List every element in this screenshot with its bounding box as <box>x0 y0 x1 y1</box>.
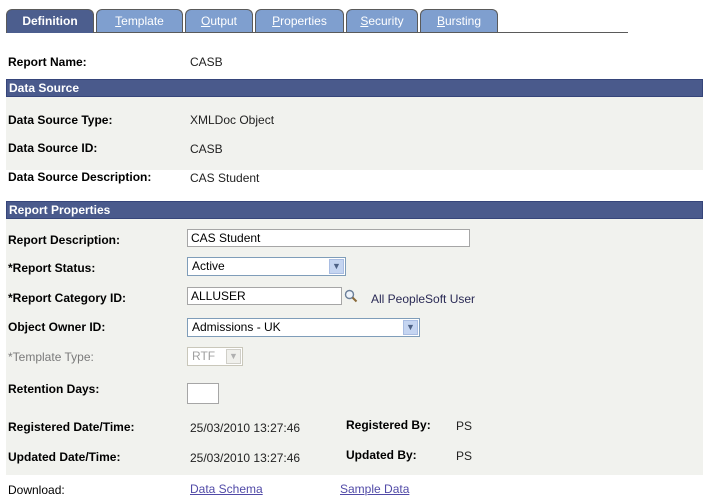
tab-label: utput <box>210 14 238 28</box>
data-source-header: Data Source <box>6 79 703 97</box>
report-name-value: CASB <box>190 55 223 69</box>
updated-datetime-value: 25/03/2010 13:27:46 <box>190 451 301 465</box>
chevron-down-icon: ▼ <box>403 320 418 335</box>
data-source-id-value: CASB <box>190 142 223 156</box>
tab-properties[interactable]: Properties <box>255 9 344 32</box>
data-source-type-label: Data Source Type: <box>8 113 113 127</box>
object-owner-select[interactable]: Admissions - UK ▼ <box>187 318 420 337</box>
data-source-type-value: XMLDoc Object <box>190 113 275 127</box>
sample-data-link[interactable]: Sample Data <box>340 482 409 496</box>
report-properties-panel <box>6 219 703 475</box>
registered-by-value: PS <box>456 419 473 433</box>
tab-underline <box>94 32 628 33</box>
retention-days-label: Retention Days: <box>8 382 100 396</box>
report-properties-header: Report Properties <box>6 201 703 219</box>
data-source-panel <box>6 97 703 170</box>
report-status-value: Active <box>192 259 225 273</box>
tab-label: emplate <box>121 14 164 28</box>
report-status-label: *Report Status: <box>8 261 96 275</box>
tab-label: ecurity <box>368 14 404 28</box>
tab-security[interactable]: Security <box>346 9 418 32</box>
updated-by-label: Updated By: <box>346 448 417 462</box>
report-name-label: Report Name: <box>8 55 87 69</box>
tab-definition[interactable]: Definition <box>6 9 94 33</box>
download-label: Download: <box>8 483 65 497</box>
report-category-input[interactable] <box>187 287 342 305</box>
chevron-down-icon: ▼ <box>226 349 241 364</box>
object-owner-value: Admissions - UK <box>192 320 281 334</box>
tab-bursting[interactable]: Bursting <box>420 9 498 32</box>
report-status-select[interactable]: Active ▼ <box>187 257 346 276</box>
tab-bar: Definition Template Output Properties Se… <box>6 9 628 33</box>
data-schema-link[interactable]: Data Schema <box>190 482 263 496</box>
report-category-description: All PeopleSoft User <box>371 292 476 306</box>
tab-label: roperties <box>280 14 327 28</box>
tab-mnemonic: B <box>436 14 445 28</box>
report-description-label: Report Description: <box>8 233 121 247</box>
tab-template[interactable]: Template <box>96 9 183 32</box>
data-source-description-label: Data Source Description: <box>8 170 152 184</box>
object-owner-label: Object Owner ID: <box>8 320 106 334</box>
tab-label: Definition <box>22 14 78 28</box>
updated-by-value: PS <box>456 449 473 463</box>
tab-mnemonic: P <box>272 14 281 28</box>
data-source-description-value: CAS Student <box>190 171 260 185</box>
chevron-down-icon: ▼ <box>329 259 344 274</box>
tab-mnemonic: O <box>200 14 211 28</box>
report-category-label: *Report Category ID: <box>8 291 127 305</box>
template-type-value: RTF <box>192 349 216 363</box>
registered-datetime-value: 25/03/2010 13:27:46 <box>190 421 301 435</box>
registered-datetime-label: Registered Date/Time: <box>8 420 135 434</box>
tab-label: ursting <box>444 14 482 28</box>
tab-output[interactable]: Output <box>185 9 253 32</box>
magnifier-icon[interactable] <box>344 289 358 303</box>
retention-days-input[interactable] <box>187 383 219 404</box>
report-description-input[interactable] <box>187 229 470 247</box>
data-source-id-label: Data Source ID: <box>8 141 98 155</box>
registered-by-label: Registered By: <box>346 418 431 432</box>
template-type-label: *Template Type: <box>8 350 94 364</box>
template-type-select: RTF ▼ <box>187 347 243 366</box>
updated-datetime-label: Updated Date/Time: <box>8 450 121 464</box>
